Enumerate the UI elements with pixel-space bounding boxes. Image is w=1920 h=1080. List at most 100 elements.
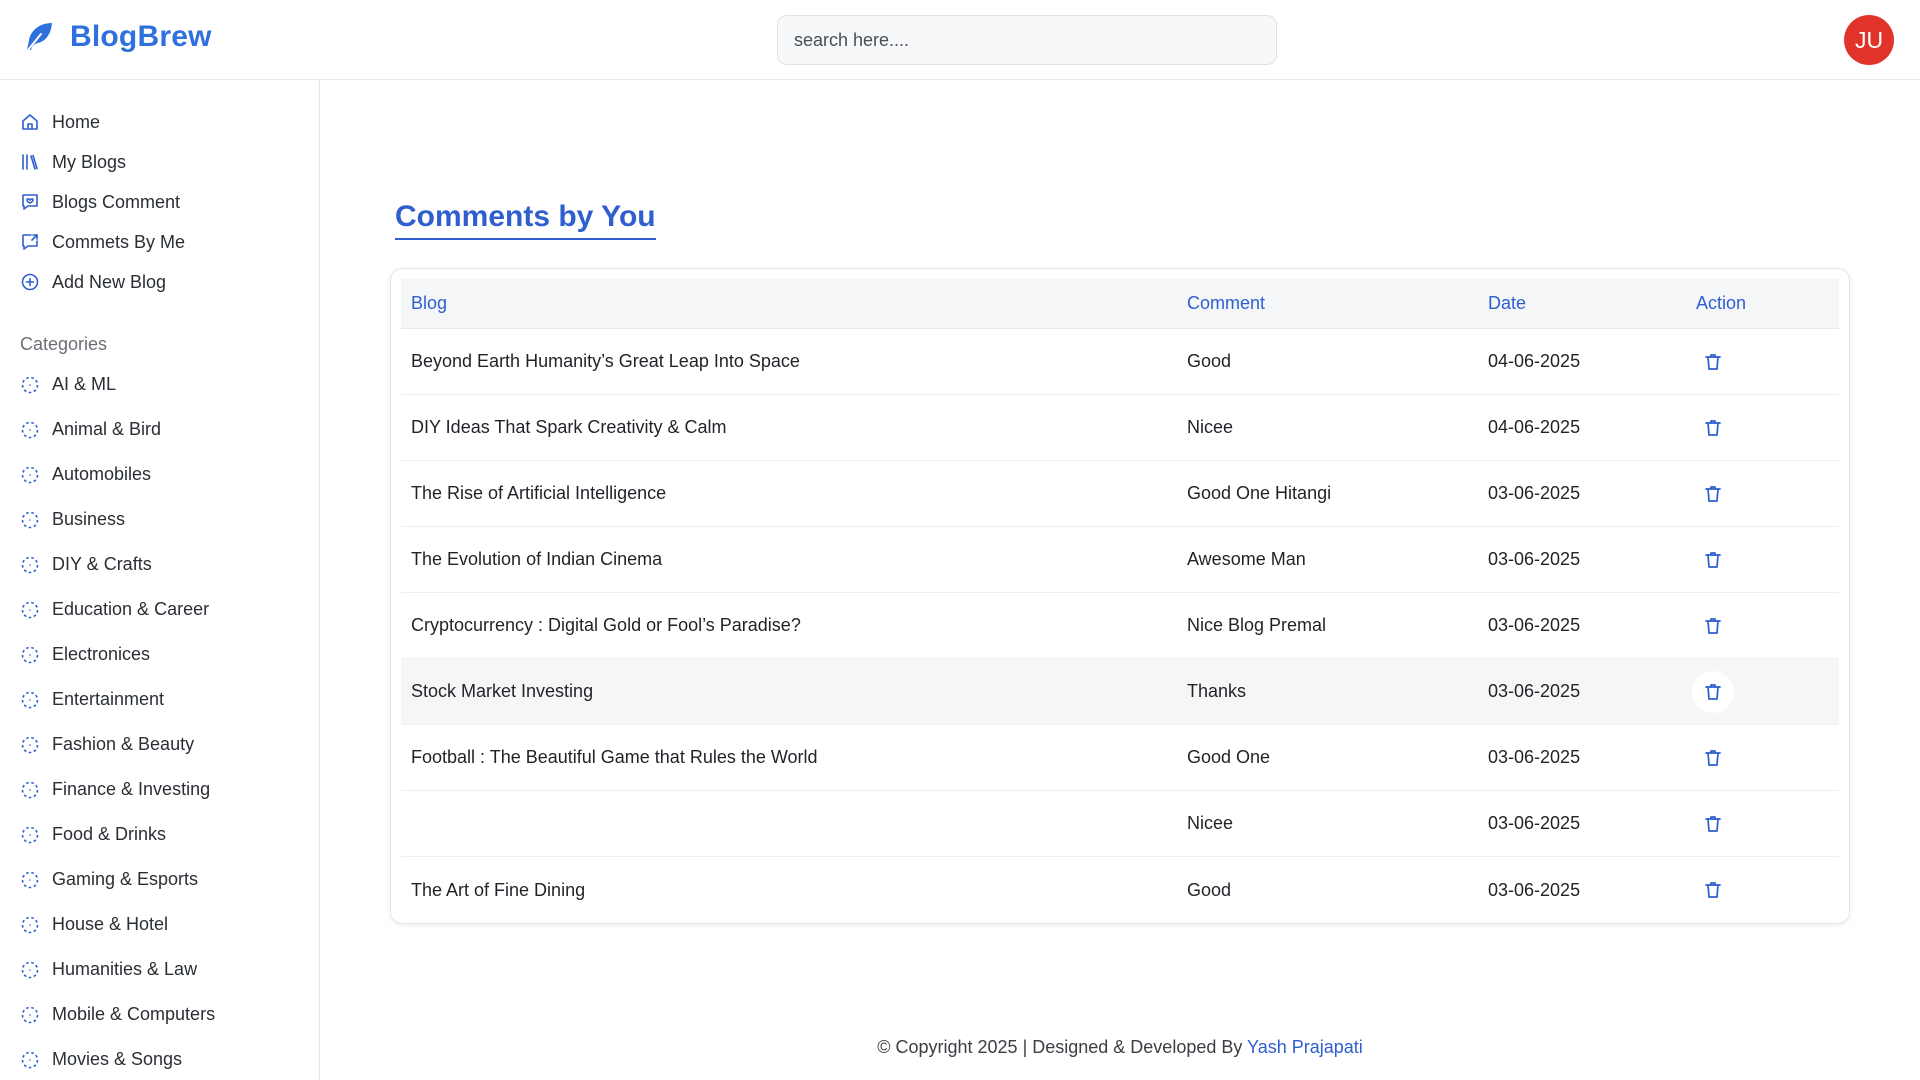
category-item[interactable]: DIY & Crafts — [20, 542, 215, 587]
category-item[interactable]: Movies & Songs — [20, 1037, 215, 1080]
dashed-circle-icon — [21, 421, 39, 438]
home-icon — [22, 114, 38, 130]
category-label: Movies & Songs — [52, 1049, 183, 1069]
category-item[interactable]: Fashion & Beauty — [20, 722, 215, 767]
category-label: Food & Drinks — [52, 824, 167, 844]
trash-icon — [1705, 485, 1721, 502]
date-cell: 03-06-2025 — [1488, 813, 1581, 833]
date-cell: 04-06-2025 — [1488, 417, 1581, 437]
brand-name: BlogBrew — [70, 20, 212, 53]
comment-cell: Good One Hitangi — [1187, 483, 1332, 503]
category-label: Business — [52, 509, 126, 529]
delete-comment-button[interactable] — [1692, 407, 1734, 449]
dashed-circle-icon — [21, 1006, 39, 1023]
sidebar-item-blogs-comment[interactable]: Blogs Comment — [20, 182, 185, 222]
delete-comment-button[interactable] — [1692, 605, 1734, 647]
category-label: Humanities & Law — [52, 959, 198, 979]
date-cell: 04-06-2025 — [1488, 351, 1581, 371]
categories-heading: Categories — [20, 334, 108, 354]
category-list: AI & ML Animal & Bird Automobiles Busine… — [20, 362, 215, 1080]
dashed-circle-icon — [21, 556, 39, 573]
blog-title-cell[interactable]: The Rise of Artificial Intelligence — [401, 483, 1187, 504]
blog-title-cell[interactable]: Beyond Earth Humanity’s Great Leap Into … — [401, 351, 1187, 372]
dashed-circle-icon — [21, 691, 39, 708]
comments-table: Blog Comment Date Action Beyond Earth Hu… — [401, 279, 1839, 923]
category-item[interactable]: Animal & Bird — [20, 407, 215, 452]
category-label: Fashion & Beauty — [52, 734, 195, 754]
blog-title-cell[interactable]: Cryptocurrency : Digital Gold or Fool’s … — [401, 615, 1187, 636]
category-item[interactable]: Humanities & Law — [20, 947, 215, 992]
category-item[interactable]: Gaming & Esports — [20, 857, 215, 902]
trash-icon — [1705, 882, 1721, 898]
brand-logo[interactable]: BlogBrew — [22, 20, 212, 54]
delete-comment-button[interactable] — [1692, 869, 1734, 911]
column-header-blog: Blog — [411, 293, 448, 313]
search-input[interactable] — [777, 15, 1277, 65]
category-item[interactable]: Education & Career — [20, 587, 215, 632]
sidebar-item-add-new-blog[interactable]: Add New Blog — [20, 262, 185, 302]
trash-icon — [1705, 815, 1721, 832]
dashed-circle-icon — [21, 781, 39, 798]
trash-icon — [1705, 749, 1721, 766]
delete-comment-button[interactable] — [1692, 670, 1734, 713]
category-label: DIY & Crafts — [52, 554, 152, 574]
avatar[interactable]: JU — [1844, 15, 1894, 65]
table-row: Nicee 03-06-2025 — [401, 791, 1839, 857]
sidebar-item-home[interactable]: Home — [20, 102, 185, 142]
library-icon — [22, 154, 38, 170]
category-item[interactable]: Mobile & Computers — [20, 992, 215, 1037]
delete-comment-button[interactable] — [1692, 803, 1734, 845]
blog-title-cell[interactable]: DIY Ideas That Spark Creativity & Calm — [401, 417, 1187, 438]
category-item[interactable]: House & Hotel — [20, 902, 215, 947]
sidebar-item-comments-by-me[interactable]: Commets By Me — [20, 222, 185, 262]
date-cell: 03-06-2025 — [1488, 747, 1581, 767]
delete-comment-button[interactable] — [1692, 473, 1734, 515]
dashed-circle-icon — [21, 511, 39, 528]
date-cell: 03-06-2025 — [1488, 549, 1581, 569]
blog-title-cell[interactable]: The Art of Fine Dining — [401, 880, 1187, 901]
dashed-circle-icon — [21, 961, 39, 978]
message-square-icon — [22, 194, 38, 210]
comment-cell: Good — [1187, 879, 1232, 900]
delete-comment-button[interactable] — [1692, 539, 1734, 581]
delete-comment-button[interactable] — [1692, 737, 1734, 779]
dashed-circle-icon — [21, 1051, 39, 1068]
column-header-comment: Comment — [1187, 293, 1266, 313]
category-item[interactable]: Entertainment — [20, 677, 215, 722]
category-item[interactable]: Business — [20, 497, 215, 542]
message-share-icon — [22, 234, 38, 250]
category-item[interactable]: Electronices — [20, 632, 215, 677]
category-label: Animal & Bird — [52, 419, 162, 439]
category-item[interactable]: Finance & Investing — [20, 767, 215, 812]
category-label: Mobile & Computers — [52, 1004, 216, 1024]
table-row: Stock Market Investing Thanks 03-06-2025 — [401, 659, 1839, 725]
comment-cell: Good — [1187, 351, 1232, 371]
date-cell: 03-06-2025 — [1488, 615, 1581, 635]
feather-logo-icon — [27, 23, 52, 51]
sidebar-item-my-blogs[interactable]: My Blogs — [20, 142, 185, 182]
delete-comment-button[interactable] — [1692, 341, 1734, 383]
dashed-circle-icon — [21, 466, 39, 483]
page-title: Comments by You — [395, 200, 656, 240]
category-item[interactable]: Food & Drinks — [20, 812, 215, 857]
trash-icon — [1705, 683, 1721, 700]
dashed-circle-icon — [21, 736, 39, 753]
table-row: Football : The Beautiful Game that Rules… — [401, 725, 1839, 791]
category-label: Education & Career — [52, 599, 210, 619]
table-row: The Art of Fine Dining Good 03-06-2025 — [401, 857, 1839, 923]
footer-author-link[interactable]: Yash Prajapati — [1247, 1037, 1363, 1057]
trash-icon — [1705, 419, 1721, 436]
blog-title-cell[interactable]: Stock Market Investing — [401, 681, 1187, 702]
blog-title-cell[interactable]: Football : The Beautiful Game that Rules… — [401, 747, 1187, 768]
blog-title-cell[interactable]: The Evolution of Indian Cinema — [401, 549, 1187, 570]
category-item[interactable]: Automobiles — [20, 452, 215, 497]
date-cell: 03-06-2025 — [1488, 681, 1581, 701]
comment-cell: Awesome Man — [1187, 549, 1306, 569]
table-row: DIY Ideas That Spark Creativity & Calm N… — [401, 395, 1839, 461]
trash-icon — [1705, 617, 1721, 634]
column-header-date: Date — [1488, 293, 1527, 313]
table-row: The Rise of Artificial Intelligence Good… — [401, 461, 1839, 527]
comment-cell: Nicee — [1187, 417, 1234, 437]
category-item[interactable]: AI & ML — [20, 362, 215, 407]
comment-cell: Nicee — [1187, 813, 1234, 833]
